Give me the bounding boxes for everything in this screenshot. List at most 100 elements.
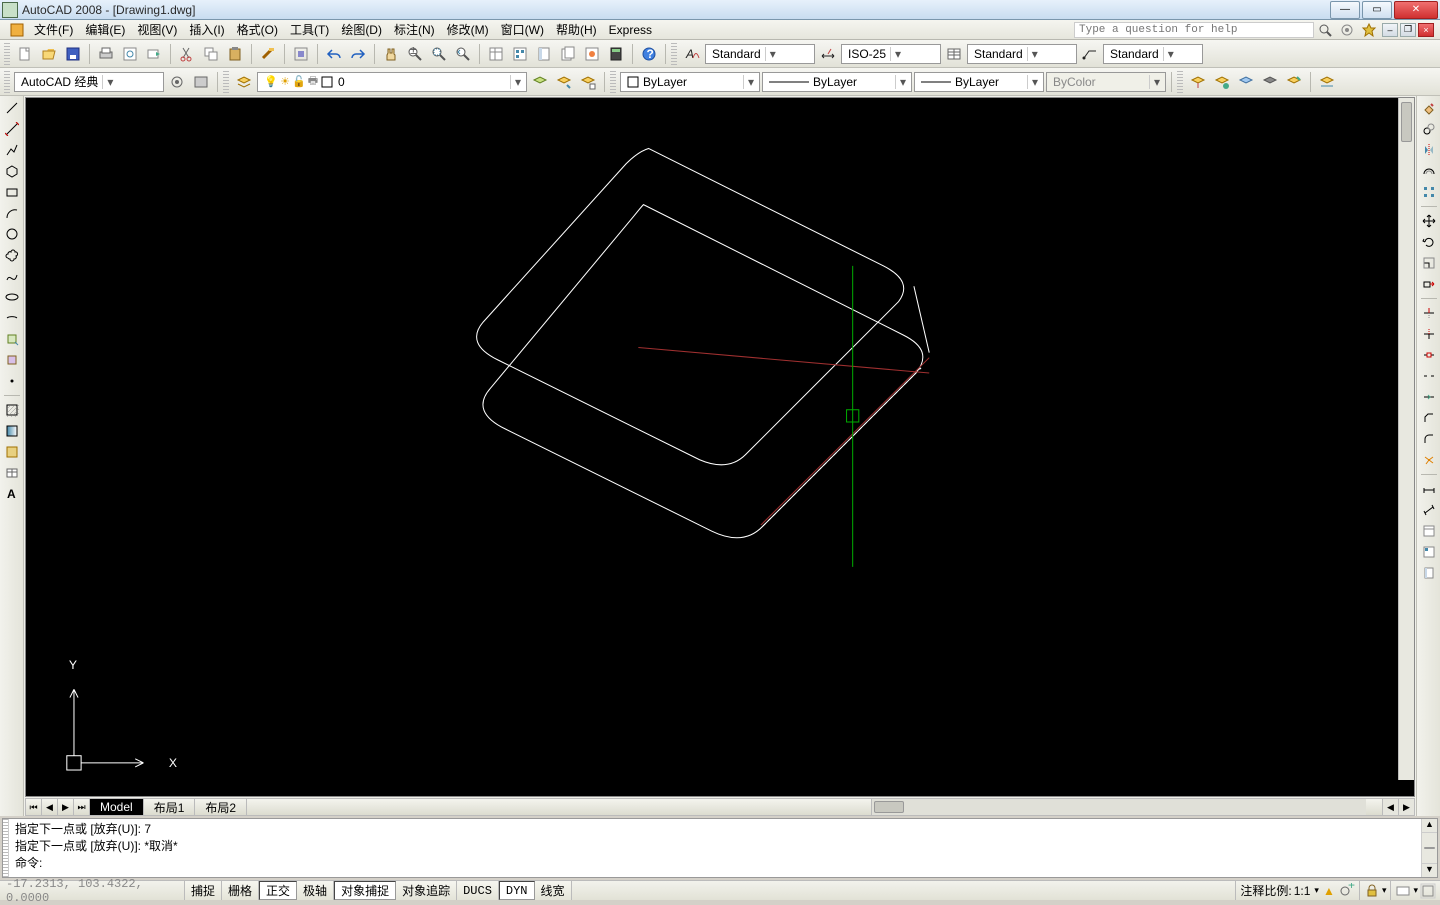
menu-dim[interactable]: 标注(N)	[388, 19, 441, 40]
polar-toggle[interactable]: 极轴	[297, 881, 334, 900]
design-center-tool[interactable]	[1419, 542, 1439, 562]
chamfer-tool[interactable]	[1419, 408, 1439, 428]
offset-tool[interactable]	[1419, 161, 1439, 181]
menu-modify[interactable]: 修改(M)	[441, 19, 495, 40]
tab-layout2[interactable]: 布局2	[195, 799, 247, 815]
tool-palette-tool[interactable]	[1419, 563, 1439, 583]
anno-autoscale-icon[interactable]: +	[1339, 883, 1355, 899]
snap-toggle[interactable]: 捕捉	[185, 881, 222, 900]
help-search-input[interactable]	[1074, 22, 1314, 38]
break-point-tool[interactable]	[1419, 345, 1439, 365]
workspace-combo[interactable]: AutoCAD 经典▾	[14, 72, 164, 92]
tab-model[interactable]: Model	[90, 799, 144, 815]
layer-freeze-button[interactable]	[1235, 71, 1257, 93]
trim-tool[interactable]	[1419, 303, 1439, 323]
menu-insert[interactable]: 插入(I)	[183, 19, 230, 40]
plotstyle-combo[interactable]: ByColor▾	[1046, 72, 1166, 92]
help-button[interactable]: ?	[638, 43, 660, 65]
extend-tool[interactable]	[1419, 324, 1439, 344]
layer-states-button[interactable]	[553, 71, 575, 93]
copy-button[interactable]	[200, 43, 222, 65]
menu-tools[interactable]: 工具(T)	[284, 19, 335, 40]
break-tool[interactable]	[1419, 366, 1439, 386]
menu-view[interactable]: 视图(V)	[131, 19, 183, 40]
maximize-button[interactable]: ▭	[1362, 1, 1392, 19]
scrollbar-thumb[interactable]	[1401, 102, 1412, 142]
rectangle-tool[interactable]	[2, 182, 22, 202]
dim-style-icon[interactable]	[817, 43, 839, 65]
command-scrollbar[interactable]: ▲ ▼	[1421, 819, 1437, 877]
polygon-tool[interactable]	[2, 161, 22, 181]
text-style-combo[interactable]: Standard▾	[705, 44, 815, 64]
layer-prev-button[interactable]	[529, 71, 551, 93]
infocenter-search-icon[interactable]	[1314, 19, 1336, 41]
dyn-toggle[interactable]: DYN	[499, 881, 535, 900]
plot-preview-button[interactable]	[119, 43, 141, 65]
scrollbar-thumb[interactable]	[1424, 847, 1435, 849]
copy-tool[interactable]	[1419, 119, 1439, 139]
app-menu-icon[interactable]	[6, 19, 28, 41]
revcloud-tool[interactable]	[2, 245, 22, 265]
gradient-tool[interactable]	[2, 421, 22, 441]
toolbar-handle[interactable]	[1177, 71, 1183, 93]
layer-iso-button[interactable]	[1187, 71, 1209, 93]
plot-button[interactable]	[95, 43, 117, 65]
layer-manager-button[interactable]	[233, 71, 255, 93]
doc-close-button[interactable]: ×	[1418, 23, 1434, 37]
menu-help[interactable]: 帮助(H)	[550, 19, 603, 40]
status-tray-icon[interactable]	[1395, 883, 1411, 899]
zoom-realtime-button[interactable]: ±	[404, 43, 426, 65]
chevron-down-icon[interactable]: ▾	[1314, 885, 1319, 896]
save-button[interactable]	[62, 43, 84, 65]
tab-next-button[interactable]: ▶	[58, 799, 74, 815]
line-tool[interactable]	[2, 98, 22, 118]
otrack-toggle[interactable]: 对象追踪	[396, 881, 457, 900]
design-center-button[interactable]	[509, 43, 531, 65]
layer-combo[interactable]: 💡 ☀ 🔓 🖶 0 ▾	[257, 72, 527, 92]
point-tool[interactable]	[2, 371, 22, 391]
table-tool[interactable]	[2, 463, 22, 483]
move-tool[interactable]	[1419, 211, 1439, 231]
match-prop-button[interactable]	[257, 43, 279, 65]
toolbar-handle[interactable]	[610, 71, 616, 93]
menu-window[interactable]: 窗口(W)	[495, 19, 550, 40]
dim-linear-tool[interactable]	[1419, 479, 1439, 499]
minimize-button[interactable]: —	[1330, 1, 1360, 19]
join-tool[interactable]	[1419, 387, 1439, 407]
menu-file[interactable]: 文件(F)	[28, 19, 79, 40]
layer-off-button[interactable]	[1259, 71, 1281, 93]
workspace-settings-button[interactable]	[166, 71, 188, 93]
markup-button[interactable]	[581, 43, 603, 65]
layer-uniso-button[interactable]	[1211, 71, 1233, 93]
chevron-down-icon[interactable]: ▾	[1413, 885, 1418, 896]
properties-button[interactable]	[485, 43, 507, 65]
menu-express[interactable]: Express	[603, 21, 658, 39]
undo-button[interactable]	[323, 43, 345, 65]
tool-palettes-button[interactable]	[533, 43, 555, 65]
ellipse-arc-tool[interactable]	[2, 308, 22, 328]
menu-draw[interactable]: 绘图(D)	[335, 19, 388, 40]
mleader-style-combo[interactable]: Standard▾	[1103, 44, 1203, 64]
vertical-scrollbar[interactable]	[1398, 98, 1414, 780]
command-window[interactable]: 指定下一点或 [放弃(U)]: 7 指定下一点或 [放弃(U)]: *取消* 命…	[2, 818, 1438, 878]
doc-restore-button[interactable]: ❐	[1400, 23, 1416, 37]
spline-tool[interactable]	[2, 266, 22, 286]
my-workspace-button[interactable]	[190, 71, 212, 93]
region-tool[interactable]	[2, 442, 22, 462]
scrollbar-thumb[interactable]	[874, 801, 904, 813]
chevron-down-icon[interactable]: ▾	[1382, 885, 1387, 896]
paste-button[interactable]	[224, 43, 246, 65]
publish-button[interactable]	[143, 43, 165, 65]
doc-minimize-button[interactable]: –	[1382, 23, 1398, 37]
polyline-tool[interactable]	[2, 140, 22, 160]
open-button[interactable]	[38, 43, 60, 65]
toolbar-handle[interactable]	[4, 43, 10, 65]
layer-isolate-button[interactable]	[577, 71, 599, 93]
menu-format[interactable]: 格式(O)	[231, 19, 284, 40]
toolbar-handle[interactable]	[671, 43, 677, 65]
table-style-icon[interactable]	[943, 43, 965, 65]
horizontal-scrollbar[interactable]	[871, 799, 1366, 815]
clean-screen-icon[interactable]	[1420, 883, 1436, 899]
cut-button[interactable]	[176, 43, 198, 65]
anno-visibility-icon[interactable]: ▲	[1321, 883, 1337, 899]
